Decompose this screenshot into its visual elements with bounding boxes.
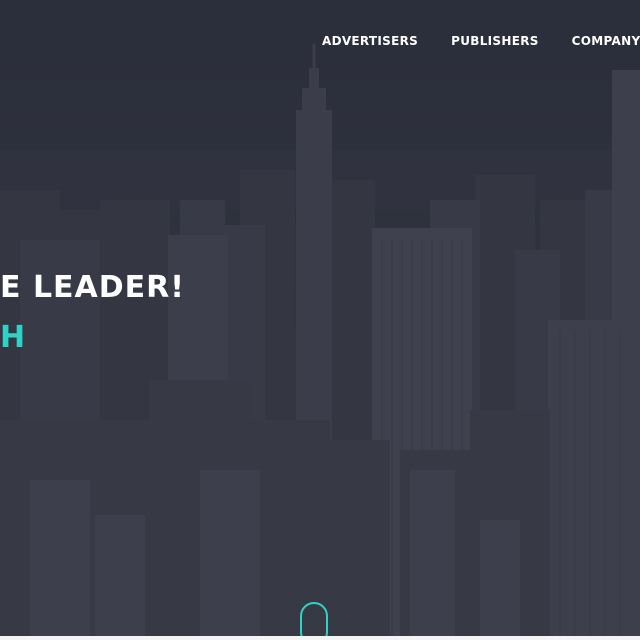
nav-link-advertisers[interactable]: ADVERTISERS [322,34,418,48]
hero-section: ADVERTISERS PUBLISHERS COMPANY E LEADER!… [0,0,640,640]
hero-headline: E LEADER! [0,270,185,305]
top-navigation: ADVERTISERS PUBLISHERS COMPANY [322,34,640,48]
hero-subheadline: H [0,320,26,355]
city-skyline-background [0,0,640,640]
nav-link-company[interactable]: COMPANY [572,34,640,48]
mouse-scroll-icon[interactable] [300,602,328,640]
page-bottom-edge [0,636,640,640]
nav-link-publishers[interactable]: PUBLISHERS [451,34,539,48]
